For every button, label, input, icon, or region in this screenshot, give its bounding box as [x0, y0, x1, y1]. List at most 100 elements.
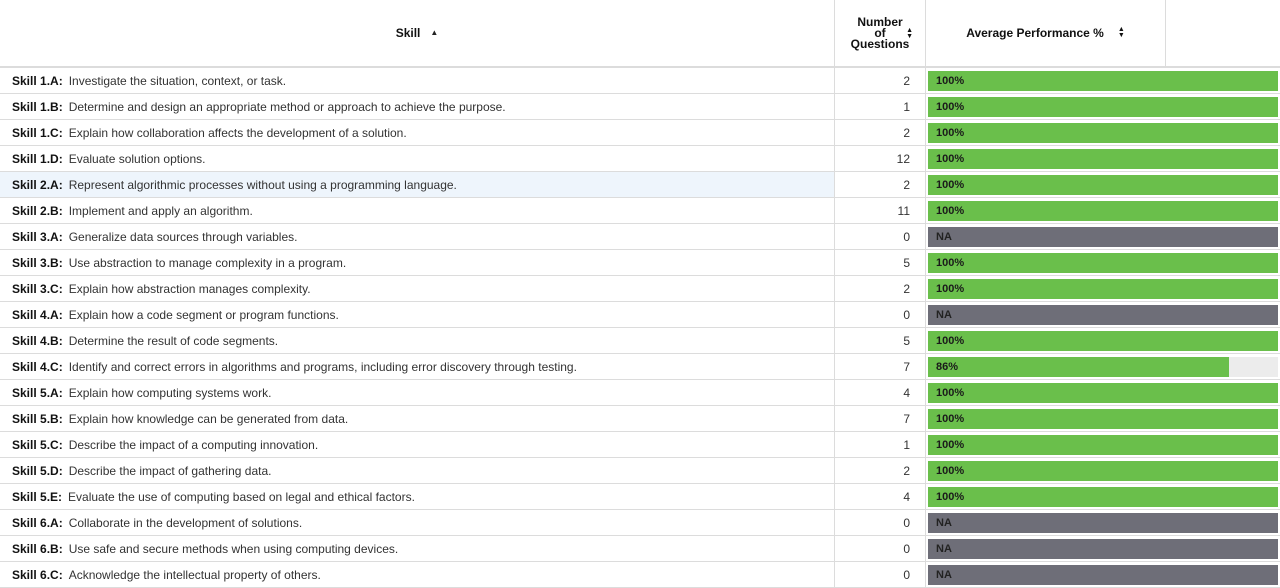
skill-code: Skill 4.A: — [12, 307, 63, 322]
skill-code: Skill 5.A: — [12, 385, 63, 400]
skill-description: Investigate the situation, context, or t… — [68, 73, 287, 88]
column-header-number-of-questions[interactable]: Number of Questions ▲ ▼ — [835, 0, 926, 66]
performance-bar-track: 100% — [928, 278, 1278, 299]
table-row[interactable]: Skill 5.E: Evaluate the use of computing … — [0, 484, 1280, 510]
table-row[interactable]: Skill 6.A: Collaborate in the development… — [0, 510, 1280, 536]
performance-bar-track: NA — [928, 512, 1278, 533]
skill-code: Skill 1.B: — [12, 99, 63, 114]
performance-bar-track: 100% — [928, 460, 1278, 481]
performance-cell: 100% — [926, 380, 1280, 405]
question-count: 5 — [835, 328, 926, 353]
table-row[interactable]: Skill 5.B: Explain how knowledge can be g… — [0, 406, 1280, 432]
table-row[interactable]: Skill 5.C: Describe the impact of a compu… — [0, 432, 1280, 458]
skill-cell: Skill 5.A: Explain how computing systems … — [0, 380, 835, 405]
performance-cell: 100% — [926, 146, 1280, 171]
table-row[interactable]: Skill 3.C: Explain how abstraction manage… — [0, 276, 1280, 302]
performance-bar: 100% — [928, 148, 1278, 169]
skill-code: Skill 5.C: — [12, 437, 63, 452]
performance-cell: 100% — [926, 120, 1280, 145]
table-row[interactable]: Skill 2.A: Represent algorithmic processe… — [0, 172, 1280, 198]
table-row[interactable]: Skill 5.A: Explain how computing systems … — [0, 380, 1280, 406]
skill-cell: Skill 2.A: Represent algorithmic processe… — [0, 172, 835, 197]
performance-bar-track: 100% — [928, 122, 1278, 143]
performance-bar: 100% — [928, 460, 1278, 481]
performance-cell: NA — [926, 536, 1280, 561]
skill-code: Skill 2.A: — [12, 177, 63, 192]
question-count: 7 — [835, 406, 926, 431]
table-row[interactable]: Skill 1.C: Explain how collaboration affe… — [0, 120, 1280, 146]
question-count: 0 — [835, 302, 926, 327]
question-count: 0 — [835, 224, 926, 249]
skill-cell: Skill 6.B: Use safe and secure methods wh… — [0, 536, 835, 561]
performance-cell: 100% — [926, 250, 1280, 275]
skill-cell: Skill 1.B: Determine and design an approp… — [0, 94, 835, 119]
performance-cell: 100% — [926, 328, 1280, 353]
skill-code: Skill 3.B: — [12, 255, 63, 270]
table-row[interactable]: Skill 1.A: Investigate the situation, con… — [0, 68, 1280, 94]
performance-bar: NA — [928, 304, 1278, 325]
performance-bar-track: 100% — [928, 148, 1278, 169]
performance-bar: 100% — [928, 434, 1278, 455]
performance-bar: NA — [928, 226, 1278, 247]
skill-description: Explain how collaboration affects the de… — [68, 125, 407, 140]
sort-toggle-icon[interactable]: ▲ ▼ — [1118, 26, 1125, 39]
skill-cell: Skill 4.B: Determine the result of code s… — [0, 328, 835, 353]
performance-bar-track: NA — [928, 226, 1278, 247]
table-row[interactable]: Skill 4.B: Determine the result of code s… — [0, 328, 1280, 354]
question-count: 1 — [835, 94, 926, 119]
table-row[interactable]: Skill 4.A: Explain how a code segment or … — [0, 302, 1280, 328]
performance-bar: 100% — [928, 96, 1278, 117]
table-row[interactable]: Skill 6.B: Use safe and secure methods wh… — [0, 536, 1280, 562]
performance-bar: 100% — [928, 122, 1278, 143]
performance-bar-track: 86% — [928, 356, 1278, 377]
column-header-empty — [1166, 0, 1280, 66]
performance-bar: 100% — [928, 70, 1278, 91]
performance-bar: 86% — [928, 356, 1229, 377]
question-count: 4 — [835, 484, 926, 509]
question-count: 1 — [835, 432, 926, 457]
question-count: 0 — [835, 562, 926, 587]
table-row[interactable]: Skill 6.C: Acknowledge the intellectual p… — [0, 562, 1280, 588]
question-count: 2 — [835, 120, 926, 145]
skill-description: Evaluate solution options. — [68, 151, 206, 166]
performance-cell: 100% — [926, 198, 1280, 223]
skill-description: Explain how knowledge can be generated f… — [68, 411, 349, 426]
performance-bar-track: 100% — [928, 200, 1278, 221]
table-row[interactable]: Skill 1.B: Determine and design an approp… — [0, 94, 1280, 120]
table-row[interactable]: Skill 1.D: Evaluate solution options. 12 10… — [0, 146, 1280, 172]
performance-cell: 100% — [926, 458, 1280, 483]
skill-description: Use safe and secure methods when using c… — [68, 541, 399, 556]
skill-code: Skill 5.D: — [12, 463, 63, 478]
performance-bar: 100% — [928, 486, 1278, 507]
table-row[interactable]: Skill 4.C: Identify and correct errors in… — [0, 354, 1280, 380]
table-row[interactable]: Skill 2.B: Implement and apply an algorit… — [0, 198, 1280, 224]
sort-toggle-icon[interactable]: ▲ ▼ — [906, 27, 913, 40]
skill-description: Describe the impact of a computing innov… — [68, 437, 319, 452]
skill-code: Skill 5.E: — [12, 489, 63, 504]
performance-bar: 100% — [928, 174, 1278, 195]
performance-cell: NA — [926, 562, 1280, 587]
performance-cell: 100% — [926, 94, 1280, 119]
skill-description: Describe the impact of gathering data. — [68, 463, 272, 478]
skill-cell: Skill 5.E: Evaluate the use of computing … — [0, 484, 835, 509]
performance-bar-track: 100% — [928, 96, 1278, 117]
table-row[interactable]: Skill 5.D: Describe the impact of gatheri… — [0, 458, 1280, 484]
skill-description: Acknowledge the intellectual property of… — [68, 567, 321, 582]
question-count: 12 — [835, 146, 926, 171]
skill-code: Skill 4.B: — [12, 333, 63, 348]
question-count: 0 — [835, 536, 926, 561]
sort-ascending-icon[interactable]: ▲ — [430, 29, 438, 37]
skill-description: Represent algorithmic processes without … — [68, 177, 457, 192]
performance-bar-track: 100% — [928, 408, 1278, 429]
table-row[interactable]: Skill 3.A: Generalize data sources throug… — [0, 224, 1280, 250]
question-count: 5 — [835, 250, 926, 275]
column-header-skill[interactable]: Skill ▲ — [0, 0, 835, 66]
skill-cell: Skill 5.B: Explain how knowledge can be g… — [0, 406, 835, 431]
skill-code: Skill 3.C: — [12, 281, 63, 296]
performance-bar-track: 100% — [928, 434, 1278, 455]
performance-bar: NA — [928, 538, 1278, 559]
table-row[interactable]: Skill 3.B: Use abstraction to manage comp… — [0, 250, 1280, 276]
skill-description: Explain how abstraction manages complexi… — [68, 281, 311, 296]
table-body: Skill 1.A: Investigate the situation, con… — [0, 68, 1280, 588]
column-header-average-performance[interactable]: Average Performance % ▲ ▼ — [926, 0, 1166, 66]
